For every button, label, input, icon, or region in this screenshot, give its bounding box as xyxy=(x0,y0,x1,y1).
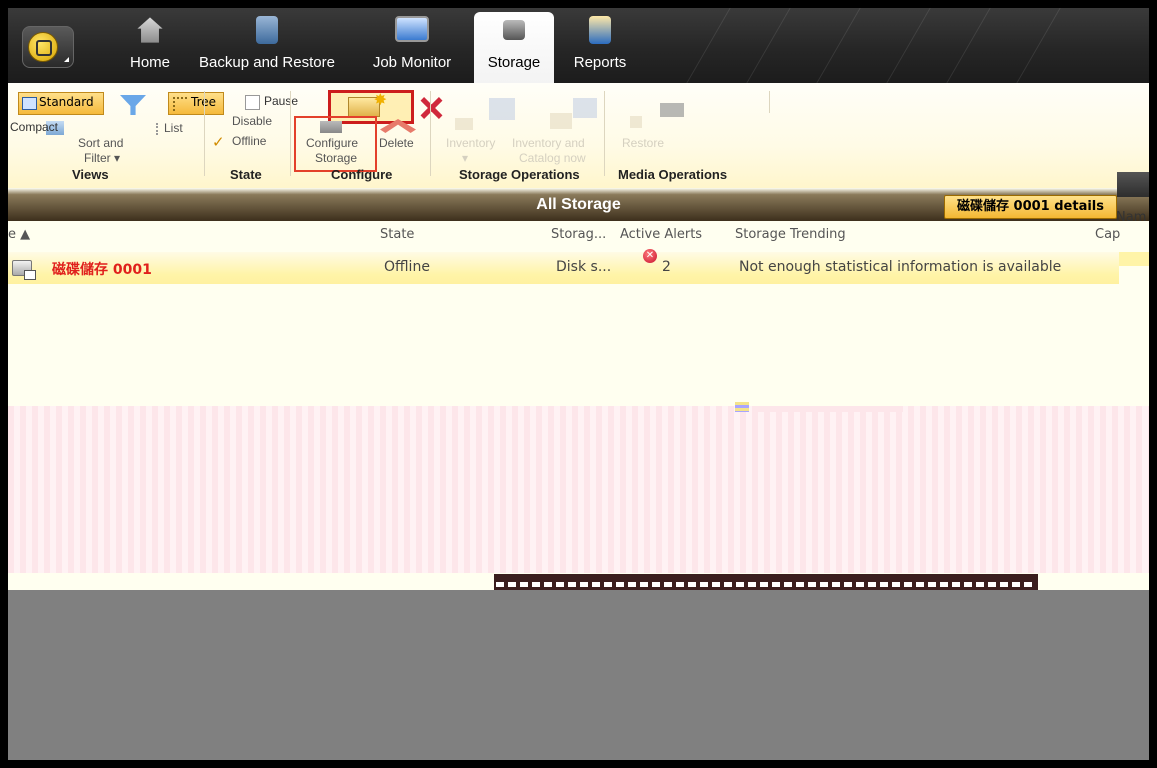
standard-view-icon xyxy=(22,97,37,110)
render-artifact-area xyxy=(8,406,1149,573)
inventory-button[interactable]: Inventory xyxy=(446,136,495,150)
backup-icon xyxy=(256,16,278,44)
sort-filter-label-2[interactable]: Filter ▾ xyxy=(84,151,120,165)
filter-icon[interactable] xyxy=(120,95,146,115)
media-operations-group-label: Media Operations xyxy=(618,167,728,182)
tab-backup-and-restore[interactable]: Backup and Restore xyxy=(194,12,340,83)
offline-label[interactable]: Offline xyxy=(232,134,266,148)
storage-operations-group-label: Storage Operations xyxy=(459,167,580,182)
column-header-storage[interactable]: Storag... xyxy=(551,227,606,242)
tab-reports[interactable]: Reports xyxy=(564,12,636,83)
column-header-state[interactable]: State xyxy=(380,227,414,242)
row-active-alerts: 2 xyxy=(662,259,671,275)
tab-storage-label: Storage xyxy=(487,54,541,71)
inventory-catalog-label-2[interactable]: Catalog now xyxy=(519,151,586,165)
configure-label-1: Configure xyxy=(306,136,359,150)
dropdown-arrow-icon xyxy=(64,57,69,62)
inventory-dropdown-icon[interactable]: ▾ xyxy=(462,151,468,165)
restore-button[interactable]: Restore xyxy=(622,136,664,150)
artifact-mark xyxy=(735,402,749,412)
tab-reports-label: Reports xyxy=(573,54,627,71)
application-menu-button[interactable] xyxy=(22,26,74,68)
inventory-catalog-toolbar-icon xyxy=(573,98,597,118)
error-alert-icon: ✕ xyxy=(643,249,657,263)
inventory-catalog-label-1[interactable]: Inventory and xyxy=(512,136,585,150)
ribbon: Standard Tree Compact List Sort and Filt… xyxy=(8,83,1149,189)
inventory-icon xyxy=(455,118,473,130)
artifact-line xyxy=(753,406,903,412)
inventory-toolbar-icon xyxy=(489,98,515,120)
row-storage-type: Disk s... xyxy=(556,259,612,275)
progress-dashed-bar xyxy=(494,574,1038,590)
restore-toolbar-icon xyxy=(660,103,684,117)
row-state: Offline xyxy=(384,259,430,275)
sort-filter-label-1[interactable]: Sort and xyxy=(78,136,123,150)
grid-empty-area xyxy=(8,284,1149,406)
column-header-active-alerts[interactable]: Active Alerts xyxy=(620,227,702,242)
row-right-stub xyxy=(1119,252,1149,266)
offline-check-icon[interactable]: ✓ xyxy=(212,133,225,151)
column-header-capacity[interactable]: Cap xyxy=(1095,227,1120,242)
list-view-button[interactable]: List xyxy=(164,121,183,135)
catalog-icon xyxy=(550,113,572,129)
restore-icon xyxy=(630,116,642,128)
pause-label: Pause xyxy=(264,94,299,108)
standard-view-button[interactable]: Standard xyxy=(18,92,104,115)
delete-button[interactable]: Delete xyxy=(379,136,414,150)
column-header-storage-trending[interactable]: Storage Trending xyxy=(735,227,846,242)
app-window: Home Backup and Restore Job Monitor Stor… xyxy=(8,8,1149,760)
state-group-label: State xyxy=(230,167,262,182)
disk-storage-icon xyxy=(12,256,36,280)
tab-storage[interactable]: Storage xyxy=(474,12,554,83)
storage-icon xyxy=(503,20,525,40)
reports-icon xyxy=(589,16,611,44)
tab-job-monitor-label: Job Monitor xyxy=(372,54,452,71)
views-group-label: Views xyxy=(72,167,109,182)
storage-details-button[interactable]: 磁碟儲存 0001 details xyxy=(944,195,1117,219)
grey-empty-panel xyxy=(8,590,1149,760)
configure-folder-icon xyxy=(348,90,387,117)
pause-checkbox[interactable] xyxy=(245,95,260,110)
tree-icon xyxy=(173,97,187,111)
delete-icon[interactable] xyxy=(416,97,446,119)
column-header-name[interactable]: e ▲ xyxy=(8,227,30,242)
list-view-icon xyxy=(156,123,160,135)
home-icon xyxy=(137,17,163,43)
configure-storage-icon xyxy=(320,121,342,133)
tab-job-monitor[interactable]: Job Monitor xyxy=(364,12,460,83)
row-storage-name[interactable]: 磁碟儲存 0001 xyxy=(52,259,152,279)
configure-label-2: Storage xyxy=(315,151,358,165)
tab-backup-label: Backup and Restore xyxy=(199,54,335,71)
top-nav-bar: Home Backup and Restore Job Monitor Stor… xyxy=(8,8,1149,83)
collapsed-panel-tab[interactable] xyxy=(1117,172,1149,197)
database-icon xyxy=(28,32,58,62)
tab-home-label: Home xyxy=(129,54,170,71)
tree-view-button[interactable]: Tree xyxy=(168,92,224,115)
standard-view-label: Standard xyxy=(39,95,94,109)
configure-group-label: Configure xyxy=(331,167,393,182)
monitor-icon xyxy=(395,16,429,42)
tab-home[interactable]: Home xyxy=(120,12,180,83)
disable-label[interactable]: Disable xyxy=(232,114,272,128)
details-name-label: Nam xyxy=(1116,210,1147,225)
compact-view-button[interactable]: Compact xyxy=(10,120,58,134)
row-storage-trending: Not enough statistical information is av… xyxy=(739,259,1062,275)
